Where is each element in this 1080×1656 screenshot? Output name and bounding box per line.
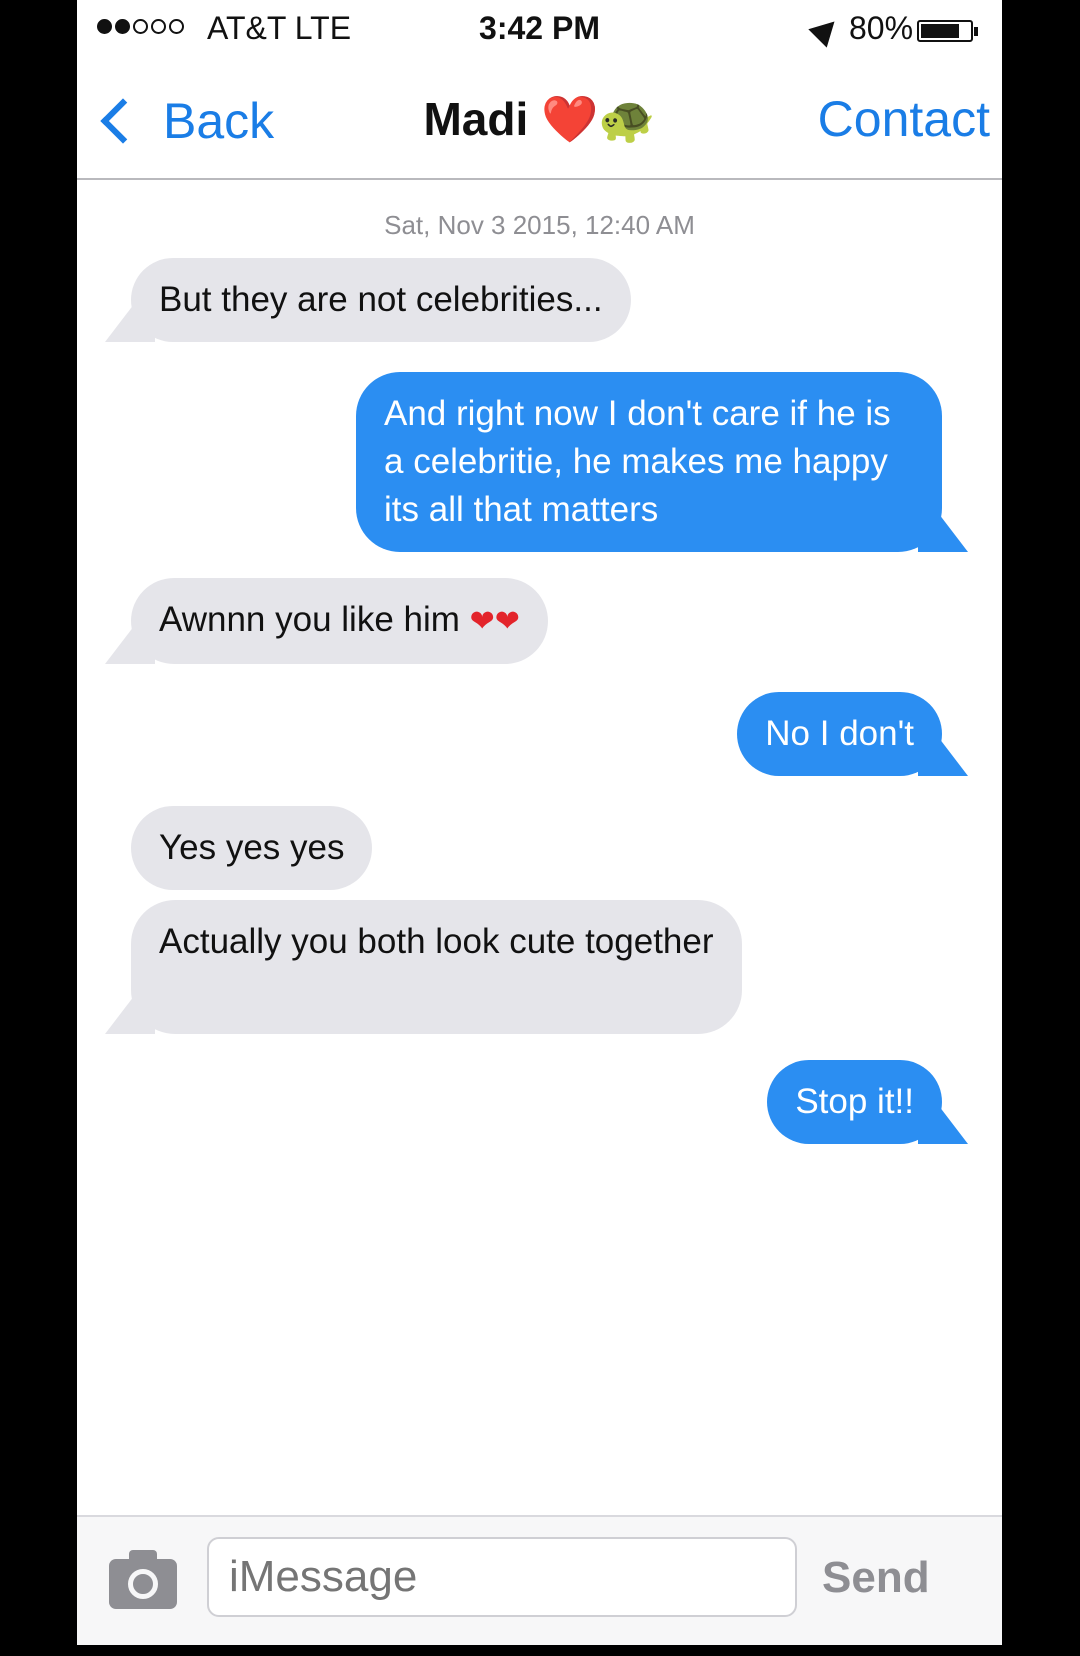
contact-button[interactable]: Contact (818, 90, 990, 148)
battery-icon (917, 20, 973, 42)
message-text: And right now I don't care if he is a ce… (384, 394, 891, 529)
contact-name: Madi (423, 93, 529, 145)
camera-icon[interactable] (109, 1550, 177, 1609)
message-bubble-outgoing[interactable]: And right now I don't care if he is a ce… (356, 372, 942, 552)
phone-screen: AT&T LTE 3:42 PM 80% Back Madi ❤️🐢 Conta… (77, 0, 1002, 1645)
conversation-timestamp: Sat, Nov 3 2015, 12:40 AM (384, 210, 695, 240)
message-text: But they are not celebrities... (159, 280, 603, 319)
imessage-input[interactable] (207, 1537, 797, 1617)
status-bar: AT&T LTE 3:42 PM 80% (77, 0, 1002, 58)
message-text: Stop it!! (795, 1082, 914, 1121)
battery-percent: 80% (849, 10, 914, 46)
heart-emoji-icon: ❤❤ (469, 605, 520, 638)
send-button[interactable]: Send (822, 1553, 930, 1603)
message-bubble-incoming[interactable]: Actually you both look cute together (131, 900, 742, 1034)
message-bubble-outgoing[interactable]: Stop it!! (767, 1060, 942, 1144)
message-text: Yes yes yes (159, 828, 345, 867)
navigation-bar: Back Madi ❤️🐢 Contact (77, 60, 1002, 180)
message-bubble-outgoing[interactable]: No I don't (737, 692, 942, 776)
message-input-bar: Send (77, 1515, 1002, 1645)
title-emoji: ❤️🐢 (541, 93, 656, 145)
message-text: Awnnn you like him (159, 600, 460, 639)
message-text: No I don't (765, 714, 914, 753)
battery-tip (974, 27, 978, 36)
message-text: Actually you both look cute together (159, 922, 714, 961)
message-bubble-incoming[interactable]: Yes yes yes (131, 806, 373, 890)
message-bubble-incoming[interactable]: Awnnn you like him ❤❤ (131, 578, 548, 664)
message-bubble-incoming[interactable]: But they are not celebrities... (131, 258, 631, 342)
